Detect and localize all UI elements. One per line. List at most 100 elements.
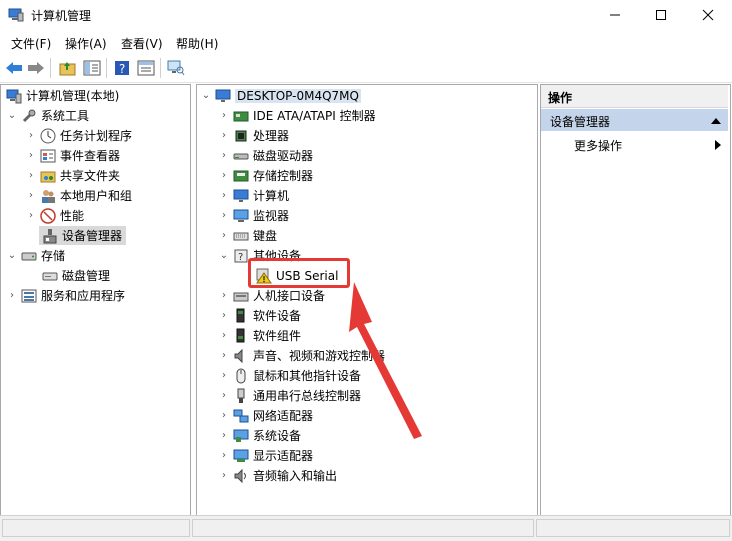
tree-system-tools[interactable]: ⌄ 系统工具: [6, 106, 89, 125]
chevron-right-icon[interactable]: ›: [218, 466, 230, 485]
back-arrow-icon[interactable]: [4, 58, 24, 78]
device-category-label: 软件组件: [253, 329, 302, 343]
computer-management-icon: [8, 8, 24, 22]
device-category[interactable]: › 网络适配器: [218, 406, 313, 425]
device-category-label: 磁盘驱动器: [253, 149, 314, 163]
chevron-right-icon[interactable]: ›: [25, 126, 37, 145]
device-category[interactable]: › 监视器: [218, 206, 289, 225]
chevron-right-icon[interactable]: ›: [218, 126, 230, 145]
tree-item-performance[interactable]: › 性能: [25, 206, 84, 225]
device-manager-icon: [42, 228, 58, 244]
tree-root[interactable]: 计算机管理(本地): [4, 86, 119, 105]
collapse-up-icon[interactable]: [711, 114, 721, 128]
chevron-right-icon[interactable]: ›: [218, 306, 230, 325]
chevron-down-icon[interactable]: ⌄: [6, 106, 18, 125]
ide-controller-icon: [233, 108, 249, 124]
device-category[interactable]: › 系统设备: [218, 426, 301, 445]
tree-item-task-scheduler[interactable]: › 任务计划程序: [25, 126, 132, 145]
scan-hardware-icon[interactable]: [166, 58, 186, 78]
tree-system-tools-label: 系统工具: [41, 109, 90, 123]
close-button[interactable]: [685, 0, 731, 30]
tree-item-device-manager[interactable]: 设备管理器: [39, 226, 127, 245]
menu-help[interactable]: 帮助(H): [176, 35, 218, 52]
device-category[interactable]: › 人机接口设备: [218, 286, 325, 305]
status-segment: [536, 519, 730, 537]
tree-item-event-viewer[interactable]: › 事件查看器: [25, 146, 120, 165]
event-viewer-icon: [40, 148, 56, 164]
computer-management-icon: [6, 88, 22, 104]
toolbar: [0, 55, 732, 83]
chevron-right-icon[interactable]: [715, 139, 721, 153]
chevron-right-icon[interactable]: ›: [218, 426, 230, 445]
tree-item-shared-folders[interactable]: › 共享文件夹: [25, 166, 120, 185]
maximize-button[interactable]: [638, 0, 684, 30]
chevron-down-icon[interactable]: ⌄: [6, 246, 18, 265]
tree-root-label: 计算机管理(本地): [26, 89, 120, 103]
services-icon: [21, 288, 37, 304]
device-category[interactable]: › 音频输入和输出: [218, 466, 337, 485]
tree-storage[interactable]: ⌄ 存储: [6, 246, 65, 265]
up-folder-icon[interactable]: [58, 58, 78, 78]
more-actions[interactable]: 更多操作: [574, 137, 622, 154]
chevron-right-icon[interactable]: ›: [218, 146, 230, 165]
chevron-right-icon[interactable]: ›: [218, 106, 230, 125]
tree-item-disk-management[interactable]: 磁盘管理: [39, 266, 110, 285]
window-title: 计算机管理: [31, 9, 92, 23]
device-category[interactable]: › 存储控制器: [218, 166, 313, 185]
chevron-right-icon[interactable]: ›: [25, 146, 37, 165]
monitor-icon: [233, 208, 249, 224]
chevron-right-icon[interactable]: ›: [218, 286, 230, 305]
users-icon: [40, 188, 56, 204]
chevron-down-icon[interactable]: ⌄: [218, 246, 230, 265]
device-category[interactable]: › 处理器: [218, 126, 289, 145]
audio-io-icon: [233, 468, 249, 484]
tree-item-local-users[interactable]: › 本地用户和组: [25, 186, 132, 205]
help-icon[interactable]: ?: [112, 58, 132, 78]
device-category-label: 监视器: [253, 209, 290, 223]
system-device-icon: [233, 428, 249, 444]
chevron-right-icon[interactable]: ›: [218, 226, 230, 245]
device-category[interactable]: › 计算机: [218, 186, 289, 205]
chevron-right-icon[interactable]: ›: [218, 326, 230, 345]
unknown-device-icon: ?: [233, 248, 249, 264]
toolbar-separator: [50, 58, 51, 78]
device-category[interactable]: › 软件设备: [218, 306, 301, 325]
menu-file[interactable]: 文件(F): [11, 35, 51, 52]
device-category[interactable]: › IDE ATA/ATAPI 控制器: [218, 106, 376, 125]
tree-storage-label: 存储: [41, 249, 66, 263]
menu-view[interactable]: 查看(V): [121, 35, 163, 52]
device-category-label: 系统设备: [253, 429, 302, 443]
storage-controller-icon: [233, 168, 249, 184]
chevron-right-icon[interactable]: ›: [218, 386, 230, 405]
tree-item-label: 事件查看器: [60, 149, 121, 163]
device-category-label: 音频输入和输出: [253, 469, 338, 483]
menu-action[interactable]: 操作(A): [65, 35, 107, 52]
forward-arrow-icon[interactable]: [26, 58, 46, 78]
chevron-right-icon[interactable]: ›: [218, 206, 230, 225]
chevron-right-icon[interactable]: ›: [25, 166, 37, 185]
device-category[interactable]: › 显示适配器: [218, 446, 313, 465]
mouse-icon: [233, 368, 249, 384]
chevron-right-icon[interactable]: ›: [218, 346, 230, 365]
minimize-button[interactable]: [592, 0, 638, 30]
device-category[interactable]: › 磁盘驱动器: [218, 146, 313, 165]
toolbar-separator: [106, 58, 107, 78]
chevron-down-icon[interactable]: ⌄: [200, 86, 212, 105]
chevron-right-icon[interactable]: ›: [218, 186, 230, 205]
annotation-arrow: [349, 282, 422, 439]
chevron-right-icon[interactable]: ›: [218, 406, 230, 425]
chevron-right-icon[interactable]: ›: [218, 166, 230, 185]
show-hide-tree-icon[interactable]: [82, 58, 102, 78]
chevron-right-icon[interactable]: ›: [25, 206, 37, 225]
device-category[interactable]: › 键盘: [218, 226, 277, 245]
toolbar-separator: [160, 58, 161, 78]
properties-icon[interactable]: [136, 58, 156, 78]
chevron-right-icon[interactable]: ›: [218, 366, 230, 385]
device-category[interactable]: › 软件组件: [218, 326, 301, 345]
tree-services[interactable]: › 服务和应用程序: [6, 286, 125, 305]
chevron-right-icon[interactable]: ›: [25, 186, 37, 205]
chevron-right-icon[interactable]: ›: [6, 286, 18, 305]
device-tree-root[interactable]: ⌄ DESKTOP-0M4Q7MQ: [200, 86, 361, 105]
computer-icon: [215, 88, 231, 104]
chevron-right-icon[interactable]: ›: [218, 446, 230, 465]
